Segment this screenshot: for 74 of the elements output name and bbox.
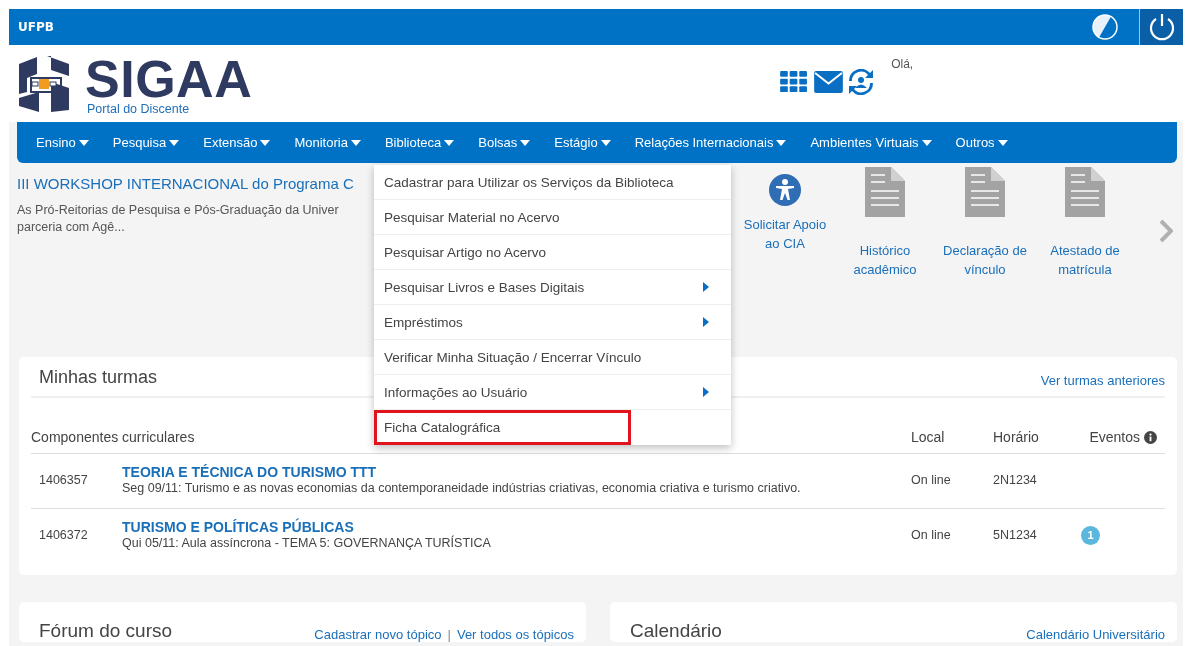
dropdown-item[interactable]: Pesquisar Material no Acervo <box>374 200 731 235</box>
info-icon[interactable] <box>1144 430 1157 444</box>
dropdown-item[interactable]: Informações ao Usuário <box>374 375 731 410</box>
caret-icon <box>600 139 611 146</box>
class-name-link[interactable]: TEORIA E TÉCNICA DO TURISMO TTT <box>122 464 851 480</box>
table-cell-text: 2N1234 <box>993 473 1038 487</box>
link-separator: | <box>447 627 451 642</box>
menu-item[interactable]: Bolsas <box>478 135 531 150</box>
column-header: Local <box>911 429 946 445</box>
news-summary: As Pró-Reitorias de Pesquisa e Pós-Graduação da Univer parceria com Agê... <box>17 202 340 236</box>
menu-item[interactable]: Pesquisa <box>112 135 180 150</box>
caret-icon <box>520 139 531 146</box>
dropdown-item[interactable]: Empréstimos <box>374 305 731 340</box>
card-title: Minhas turmas <box>39 367 158 388</box>
university-calendar-link[interactable]: Calendário Universitário <box>1026 627 1165 642</box>
dropdown-item[interactable]: Ficha Catalográfica <box>374 410 631 445</box>
menu-item[interactable]: Ensino <box>36 135 89 150</box>
caret-icon <box>350 139 361 146</box>
document-icon <box>865 167 905 217</box>
logout-button[interactable] <box>1139 9 1183 45</box>
table-cell-text: On line <box>911 528 952 542</box>
dropdown-item[interactable]: Pesquisar Livros e Bases Digitais <box>374 270 731 305</box>
document-icon <box>965 167 1005 217</box>
menu-item[interactable]: Outros <box>955 135 1008 150</box>
news-headline-link[interactable]: III WORKSHOP INTERNACIONAL do Programa C <box>17 175 354 192</box>
table-cell-text: 1406372 <box>38 528 89 542</box>
apps-grid-icon[interactable] <box>780 70 810 94</box>
mail-icon[interactable] <box>814 71 844 93</box>
new-topic-link[interactable]: Cadastrar novo tópico <box>314 627 442 642</box>
submenu-arrow-icon <box>703 387 709 397</box>
shortcut-link[interactable]: Histórico acadêmico <box>835 167 935 279</box>
menu-item[interactable]: Biblioteca <box>384 135 455 150</box>
class-description: Qui 05/11: Aula assíncrona - TEMA 5: GOVERNANÇA TURÍSTICA <box>122 535 492 551</box>
shortcut-link[interactable]: Solicitar Apoio ao CIA <box>735 167 835 253</box>
institution-name: UFPB <box>18 20 54 34</box>
caret-icon <box>444 139 455 146</box>
shortcut-link[interactable]: Declaração de vínculo <box>935 167 1035 279</box>
logo-drawing <box>17 54 71 114</box>
caret-icon <box>921 139 932 146</box>
all-topics-link[interactable]: Ver todos os tópicos <box>456 627 574 642</box>
class-description: Seg 09/11: Turismo e as novas economias da contemporaneidade indústrias criativas, economia criativa e turismo criativo. <box>122 480 802 496</box>
caret-icon <box>169 139 180 146</box>
caret-icon <box>776 139 787 146</box>
shortcut-link[interactable]: Atestado de matrícula <box>1035 167 1135 279</box>
menu-item[interactable]: Extensão <box>203 135 271 150</box>
card-title: Calendário <box>630 620 722 642</box>
submenu-arrow-icon <box>703 317 709 327</box>
switch-user-icon[interactable] <box>848 69 875 95</box>
dropdown-item[interactable]: Pesquisar Artigo no Acervo <box>374 235 731 270</box>
column-header: Eventos <box>1089 429 1140 445</box>
menu-item[interactable]: Monitoria <box>294 135 361 150</box>
class-name-link[interactable]: TURISMO E POLÍTICAS PÚBLICAS <box>122 519 851 535</box>
column-header: Componentes curriculares <box>31 429 195 445</box>
system-logo-text: SIGAA <box>85 56 253 102</box>
caret-icon <box>78 139 89 146</box>
portal-subtitle: Portal do Discente <box>87 102 191 117</box>
menu-item[interactable]: Ambientes Virtuais <box>810 135 932 150</box>
menu-item[interactable]: Relações Internacionais <box>634 135 787 150</box>
greeting-text: Olá, <box>891 57 914 71</box>
document-icon <box>1065 167 1105 217</box>
accessibility-icon <box>768 173 802 207</box>
caret-icon <box>997 139 1008 146</box>
menu-item[interactable]: Estágio <box>554 135 611 150</box>
dropdown-item[interactable]: Cadastrar para Utilizar os Serviços da Biblioteca <box>374 165 731 200</box>
column-header: Horário <box>993 429 1040 445</box>
submenu-arrow-icon <box>703 282 709 292</box>
previous-classes-link[interactable]: Ver turmas anteriores <box>1040 373 1165 388</box>
table-cell-text: On line <box>911 473 952 487</box>
caret-icon <box>260 139 271 146</box>
card-title: Fórum do curso <box>39 620 173 642</box>
dropdown-item[interactable]: Verificar Minha Situação / Encerrar Vínculo <box>374 340 731 375</box>
contrast-icon[interactable] <box>1092 14 1118 40</box>
table-cell-text: 5N1234 <box>993 528 1038 542</box>
table-cell-text: 1406357 <box>38 473 89 487</box>
